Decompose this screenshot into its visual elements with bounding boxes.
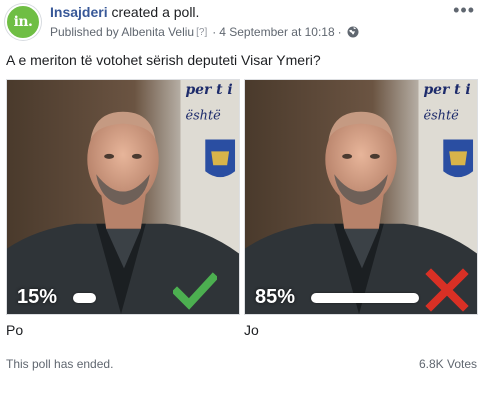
meta-separator: · bbox=[337, 25, 342, 39]
post-title: Insajderi created a poll. bbox=[50, 4, 199, 20]
post-header: in. Insajderi created a poll. Published … bbox=[0, 0, 487, 44]
check-icon bbox=[173, 272, 217, 310]
option-result-bar bbox=[311, 293, 419, 303]
vote-count[interactable]: 6.8K Votes bbox=[419, 357, 477, 371]
svg-text:është: është bbox=[423, 109, 459, 124]
globe-icon[interactable] bbox=[347, 26, 359, 38]
option-percent: 85% bbox=[255, 286, 296, 308]
page-avatar[interactable]: in. bbox=[5, 4, 41, 40]
option-result-bar bbox=[73, 293, 96, 303]
bracket-tag[interactable]: [?] bbox=[196, 27, 207, 38]
published-by-text: Published by Albenita Veliu bbox=[50, 25, 195, 39]
page-name-link[interactable]: Insajderi bbox=[50, 4, 108, 20]
poll-option-jo[interactable]: per t i është 85% bbox=[244, 79, 478, 315]
more-options-button[interactable]: ••• bbox=[453, 0, 475, 21]
poll-question: A e meriton të votohet sërish deputeti V… bbox=[6, 52, 321, 68]
svg-text:per t i: per t i bbox=[423, 82, 470, 98]
option-label-jo[interactable]: Jo bbox=[244, 322, 259, 338]
x-icon bbox=[425, 268, 469, 312]
post-meta: Published by Albenita Veliu [?] · 4 Sept… bbox=[50, 25, 359, 39]
option-label-po[interactable]: Po bbox=[6, 322, 23, 338]
meta-separator: · bbox=[212, 25, 217, 39]
poll-option-po[interactable]: per t i është 15% bbox=[6, 79, 240, 315]
post-date-link[interactable]: 4 September at 10:18 bbox=[219, 25, 334, 39]
option-percent: 15% bbox=[17, 286, 58, 308]
svg-text:është: është bbox=[185, 109, 221, 124]
svg-text:per t i: per t i bbox=[185, 82, 232, 98]
poll-status: This poll has ended. bbox=[6, 357, 114, 371]
post-action-text: created a poll. bbox=[111, 4, 200, 20]
